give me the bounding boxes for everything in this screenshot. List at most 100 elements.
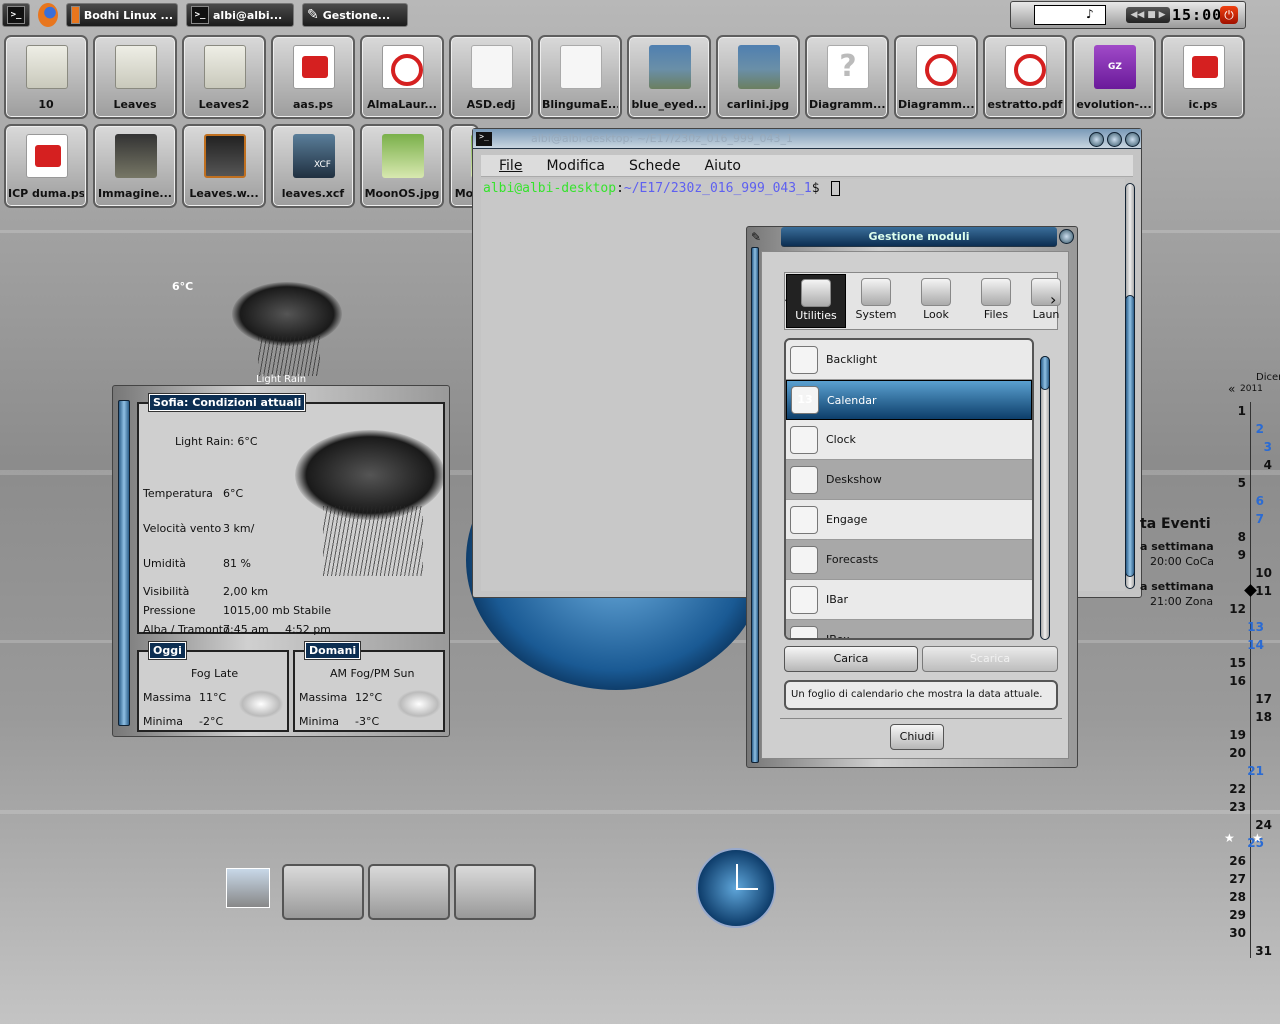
desktop-icon[interactable]: aas.ps: [271, 35, 355, 119]
close-button[interactable]: [1059, 229, 1074, 244]
calendar-day[interactable]: 5: [1222, 476, 1246, 490]
desktop-icon[interactable]: ASD.edj: [449, 35, 533, 119]
calendar-day[interactable]: 29: [1222, 908, 1246, 922]
iconify-button[interactable]: [1089, 132, 1104, 147]
category-laun[interactable]: Laun: [1026, 274, 1066, 328]
module-item-forecasts[interactable]: Forecasts: [786, 540, 1032, 580]
calendar-day[interactable]: 3: [1248, 440, 1272, 454]
calendar-day[interactable]: 19: [1222, 728, 1246, 742]
module-item-backlight[interactable]: Backlight: [786, 340, 1032, 380]
desktop-icon[interactable]: MoonOS.jpg: [360, 124, 444, 208]
load-button[interactable]: Carica: [784, 646, 918, 672]
calendar-day[interactable]: 24: [1248, 818, 1272, 832]
desktop-icon[interactable]: Leaves: [93, 35, 177, 119]
calendar-day[interactable]: 28: [1222, 890, 1246, 904]
calendar-day[interactable]: 4: [1248, 458, 1272, 472]
calendar-day[interactable]: 1: [1222, 404, 1246, 418]
mixer-icon[interactable]: ♪: [1086, 7, 1102, 23]
menu-schede[interactable]: Schede: [619, 155, 691, 176]
maximize-button[interactable]: [1107, 132, 1122, 147]
terminal-titlebar[interactable]: albi@albi-desktop: ~/E17/230z_016_999_04…: [473, 129, 1141, 149]
desktop-icon[interactable]: Immagine...: [93, 124, 177, 208]
pager-desk-2[interactable]: [368, 864, 450, 920]
taskbar-firefox-launcher[interactable]: [34, 3, 62, 27]
module-item-ibox[interactable]: IBox: [786, 620, 1032, 638]
terminal-scrollbar-thumb[interactable]: [1125, 295, 1135, 577]
calendar-day[interactable]: 6: [1240, 494, 1264, 508]
calendar-day[interactable]: 17: [1248, 692, 1272, 706]
desktop-icon[interactable]: estratto.pdf: [983, 35, 1067, 119]
module-manager-titlebar[interactable]: Gestione moduli: [781, 227, 1057, 247]
weather-gadget[interactable]: 6°C Light Rain: [168, 278, 378, 386]
browser-icon: [71, 6, 80, 24]
desktop-icon[interactable]: Diagramm...: [894, 35, 978, 119]
calendar-day[interactable]: 13: [1240, 620, 1264, 634]
desktop-icon[interactable]: ? Diagramm...: [805, 35, 889, 119]
module-item-deskshow[interactable]: Deskshow: [786, 460, 1032, 500]
module-item-ibar[interactable]: IBar: [786, 580, 1032, 620]
module-manager-window[interactable]: Gestione moduli ✎ ‹ UtilitiesSystemLookF…: [746, 226, 1078, 768]
category-files[interactable]: Files: [966, 274, 1026, 328]
module-item-engage[interactable]: Engage: [786, 500, 1032, 540]
calendar-day[interactable]: 9: [1222, 548, 1246, 562]
desktop-icon[interactable]: AlmaLaur...: [360, 35, 444, 119]
category-utilities[interactable]: Utilities: [786, 274, 846, 328]
unload-button[interactable]: Scarica: [922, 646, 1058, 672]
calendar-day[interactable]: 27: [1222, 872, 1246, 886]
show-windows-icon[interactable]: [226, 868, 270, 908]
desktop-icon[interactable]: ICP duma.ps: [4, 124, 88, 208]
taskbar-item-browser[interactable]: Bodhi Linux ...: [66, 3, 178, 27]
dark-file-icon: [115, 134, 157, 178]
desktop-icon[interactable]: ic.ps: [1161, 35, 1245, 119]
pager-desk-1[interactable]: [282, 864, 364, 920]
calendar-day[interactable]: 22: [1222, 782, 1246, 796]
category-look[interactable]: Look: [906, 274, 966, 328]
module-item-calendar[interactable]: 13 Calendar: [786, 380, 1032, 420]
calendar-day[interactable]: 31: [1248, 944, 1272, 958]
weather-window[interactable]: Sofia: Condizioni attuali Light Rain: 6°…: [112, 385, 450, 737]
calendar-day[interactable]: 7: [1240, 512, 1264, 526]
clock-gadget[interactable]: [696, 848, 776, 928]
calendar-day[interactable]: 20: [1222, 746, 1246, 760]
taskbar-item-terminal[interactable]: >_ albi@albi...: [186, 3, 294, 27]
module-list-scrollbar[interactable]: [1040, 356, 1050, 640]
menu-file[interactable]: File: [489, 155, 532, 176]
calendar-day[interactable]: 18: [1248, 710, 1272, 724]
today-min: -2°C: [199, 715, 224, 728]
calendar-day[interactable]: 10: [1248, 566, 1272, 580]
chevron-right-icon[interactable]: ›: [1050, 290, 1056, 309]
module-item-clock[interactable]: Clock: [786, 420, 1032, 460]
taskbar-item-module-manager[interactable]: ✎ Gestione...: [302, 3, 408, 27]
calendar-day[interactable]: 21: [1240, 764, 1264, 778]
menu-modifica[interactable]: Modifica: [536, 155, 615, 176]
desktop-icon[interactable]: 10: [4, 35, 88, 119]
desktop-icon[interactable]: GZ evolution-...: [1072, 35, 1156, 119]
desktop-icon[interactable]: carlini.jpg: [716, 35, 800, 119]
power-icon[interactable]: ⏻: [1220, 6, 1238, 24]
taskbar-terminal-launcher[interactable]: >_: [2, 3, 30, 27]
module-list[interactable]: Backlight 13 Calendar Clock Deskshow Engage Fo…: [784, 338, 1034, 640]
calendar-day[interactable]: 8: [1222, 530, 1246, 544]
media-controls[interactable]: ◀◀ ■ ▶: [1126, 7, 1170, 23]
module-list-scroll-thumb[interactable]: [1040, 356, 1050, 390]
tomorrow-max-label: Massima: [299, 691, 348, 704]
calendar-day[interactable]: 16: [1222, 674, 1246, 688]
calendar-day[interactable]: 26: [1222, 854, 1246, 868]
desktop-icon[interactable]: blue_eyed...: [627, 35, 711, 119]
pager-desk-3[interactable]: [454, 864, 536, 920]
menu-aiuto[interactable]: Aiuto: [695, 155, 751, 176]
calendar-day[interactable]: 12: [1222, 602, 1246, 616]
desktop-icon[interactable]: BlingumaE...: [538, 35, 622, 119]
close-button[interactable]: [1125, 132, 1140, 147]
calendar-day[interactable]: 15: [1222, 656, 1246, 670]
category-system[interactable]: System: [846, 274, 906, 328]
calendar-day[interactable]: 14: [1240, 638, 1264, 652]
close-button-chiudi[interactable]: Chiudi: [890, 724, 944, 750]
calendar-prev[interactable]: «: [1228, 382, 1235, 396]
desktop-icon[interactable]: XCF leaves.xcf: [271, 124, 355, 208]
calendar-day[interactable]: 2: [1240, 422, 1264, 436]
calendar-day[interactable]: 23: [1222, 800, 1246, 814]
calendar-day[interactable]: 30: [1222, 926, 1246, 940]
desktop-icon[interactable]: Leaves.w...: [182, 124, 266, 208]
desktop-icon[interactable]: Leaves2: [182, 35, 266, 119]
